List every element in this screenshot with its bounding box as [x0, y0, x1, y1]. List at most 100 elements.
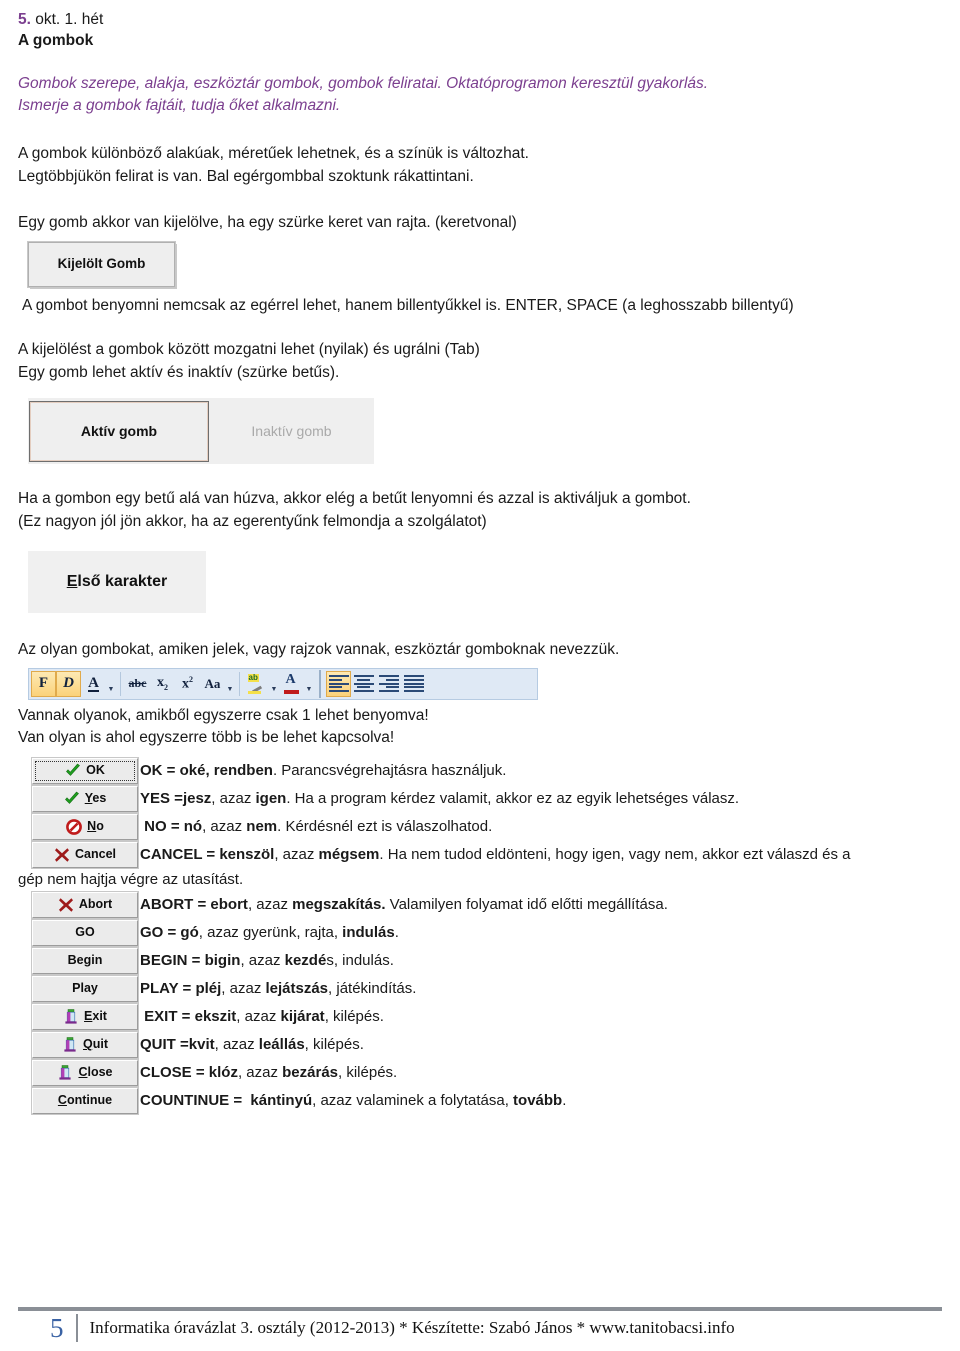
toolbar-note-2: Van olyan is ahol egyszerre több is be l…: [18, 729, 395, 746]
red-x-icon: [58, 897, 74, 913]
underline-icon: A: [88, 674, 99, 692]
no-button-description: NO = nó, azaz nem. Kérdésnél ezt is vála…: [144, 817, 493, 835]
green-check-icon: [64, 791, 80, 807]
strikethrough-icon: abc: [128, 676, 147, 690]
intro-line-2: Legtöbbjükön felirat is van. Bal egérgom…: [18, 167, 474, 185]
cancel-description-wrap: gép nem hajtja végre az utasítást.: [18, 870, 244, 888]
change-case-dropdown-chevron-down-icon[interactable]: ▼: [225, 667, 235, 701]
play-button-description: PLAY = pléj, azaz lejátszás, játékindítá…: [140, 979, 417, 997]
align-justify-button[interactable]: [401, 671, 426, 697]
cancel-button-description: CANCEL = kenszöl, azaz mégsem. Ha nem tu…: [140, 845, 851, 863]
align-center-button[interactable]: [351, 671, 376, 697]
cancel-button-label: Cancel: [75, 847, 116, 862]
quit-button-description: QUIT =kvit, azaz leállás, kilépés.: [140, 1035, 364, 1053]
kijelolt-gomb-button[interactable]: Kijelölt Gomb: [27, 240, 176, 288]
underline-dropdown-chevron-down-icon[interactable]: ▼: [106, 667, 116, 701]
active-inactive-figure: Aktív gomb Inaktív gomb: [28, 398, 374, 464]
cancel-button[interactable]: Cancel: [31, 840, 139, 869]
yes-button-label: Yes: [84, 791, 107, 806]
accelerator-line-2: (Ez nagyon jól jön akkor, ha az egerenty…: [18, 512, 487, 530]
change-case-icon: Aa: [204, 675, 221, 691]
font-color-button[interactable]: A: [279, 671, 304, 697]
align-center-icon: [353, 675, 374, 692]
footer-separator: [75, 1314, 78, 1342]
glossary-row: Abort ABORT = ebort, azaz megszakítás. Va…: [18, 890, 936, 919]
strikethrough-button[interactable]: abc: [125, 671, 150, 697]
subscript-button[interactable]: x2: [150, 671, 175, 697]
highlight-dropdown-chevron-down-icon[interactable]: ▼: [269, 667, 279, 701]
toolbar-intro-line: Az olyan gombokat, amiken jelek, vagy ra…: [18, 641, 620, 658]
accelerator-paragraph: Ha a gombon egy betű alá van húzva, akko…: [18, 488, 936, 533]
exit-button[interactable]: Exit: [31, 1002, 139, 1031]
selected-button-figure: Kijelölt Gomb: [27, 240, 936, 288]
no-button[interactable]: No: [31, 812, 139, 841]
glossary-row: Play PLAY = pléj, azaz lejátszás, játékin…: [18, 974, 936, 1003]
abort-button[interactable]: Abort: [31, 890, 139, 919]
navigation-line-1: A kijelölést a gombok között mozgatni le…: [18, 341, 480, 358]
play-button[interactable]: Play: [31, 974, 139, 1003]
align-justify-icon: [403, 675, 424, 692]
change-case-button[interactable]: Aa: [200, 671, 225, 697]
green-check-icon: [65, 763, 81, 779]
quit-button-label: Quit: [82, 1037, 108, 1052]
elso-karakter-label: lső karakter: [77, 573, 168, 590]
document-page: 5. okt. 1. hét A gombok Gombok szerepe, …: [0, 0, 960, 1351]
exit-door-icon: [62, 1036, 78, 1053]
close-button[interactable]: Close: [31, 1058, 139, 1087]
lesson-date-line: 5. okt. 1. hét: [18, 10, 936, 30]
page-footer: 5 Informatika óravázlat 3. osztály (2012…: [0, 1299, 960, 1351]
toolbar-note-1: Vannak olyanok, amikből egyszerre csak 1…: [18, 706, 429, 724]
elso-karakter-accel: E: [66, 573, 78, 590]
begin-button-description: BEGIN = bigin, azaz kezdés, indulás.: [140, 951, 394, 969]
align-right-button[interactable]: [376, 671, 401, 697]
align-right-icon: [378, 675, 399, 692]
lesson-number: 5.: [18, 11, 31, 28]
italic-button[interactable]: D: [56, 670, 81, 697]
underline-button[interactable]: A: [81, 671, 106, 697]
intro-line-1: A gombok különböző alakúak, méretűek leh…: [18, 145, 529, 162]
go-button[interactable]: GO: [31, 918, 139, 947]
ok-button[interactable]: OK: [31, 756, 139, 785]
lesson-aims: Gombok szerepe, alakja, eszköztár gombok…: [18, 73, 936, 117]
glossary-row: No NO = nó, azaz nem. Kérdésnél ezt is v…: [18, 812, 936, 841]
formatting-toolbar[interactable]: F D A ▼ abc x2 x2 Aa ▼ ab ▼ A ▼: [28, 667, 538, 701]
navigation-line-2: Egy gomb lehet aktív és inaktív (szürke …: [18, 363, 340, 381]
close-button-label: Close: [78, 1065, 113, 1080]
abort-button-label: Abort: [78, 897, 113, 912]
italic-icon: D: [63, 675, 74, 691]
accelerator-line-1: Ha a gombon egy betű alá van húzva, akko…: [18, 490, 691, 507]
ok-button-label: OK: [86, 763, 105, 778]
begin-button[interactable]: Begin: [31, 946, 139, 975]
kijelolt-gomb-label: Kijelölt Gomb: [57, 256, 146, 272]
aims-line-2: Ismerje a gombok fajtáit, tudja őket alk…: [18, 97, 341, 114]
go-button-label: GO: [75, 925, 95, 940]
font-color-dropdown-chevron-down-icon[interactable]: ▼: [304, 667, 314, 701]
inaktiv-gomb-button: Inaktív gomb: [209, 400, 374, 462]
go-button-description: GO = gó, azaz gyerünk, rajta, indulás.: [140, 923, 399, 941]
align-left-button[interactable]: [326, 670, 351, 697]
elso-karakter-button[interactable]: Első karakter: [28, 551, 206, 613]
toolbar-divider: [120, 671, 121, 696]
glossary-row: Begin BEGIN = bigin, azaz kezdés, indulás…: [18, 946, 936, 975]
glossary-row: Close CLOSE = klóz, azaz bezárás, kilépés…: [18, 1058, 936, 1087]
align-left-icon: [328, 675, 349, 692]
toolbar-note-paragraph: Vannak olyanok, amikből egyszerre csak 1…: [18, 705, 936, 750]
superscript-button[interactable]: x2: [175, 671, 200, 697]
aktiv-gomb-button[interactable]: Aktív gomb: [29, 400, 209, 462]
begin-button-label: Begin: [67, 953, 103, 968]
exit-button-description: EXIT = ekszit, azaz kijárat, kilépés.: [144, 1007, 384, 1025]
glossary-row: Cancel CANCEL = kenszöl, azaz mégsem. Ha …: [18, 840, 936, 869]
glossary-row: Continue COUNTINUE = kántinyú, azaz valam…: [18, 1086, 936, 1115]
selection-line: Egy gomb akkor van kijelölve, ha egy szü…: [18, 214, 517, 231]
quit-button[interactable]: Quit: [31, 1030, 139, 1059]
yes-button[interactable]: Yes: [31, 784, 139, 813]
play-button-label: Play: [72, 981, 98, 996]
exit-door-icon: [63, 1008, 79, 1025]
bold-button[interactable]: F: [31, 670, 56, 697]
highlight-button[interactable]: ab: [244, 671, 269, 697]
glossary-row: Yes YES =jesz, azaz igen. Ha a program ké…: [18, 784, 936, 813]
dialog-button-glossary: OK OK = oké, rendben. Parancsvégrehajtásr…: [18, 756, 936, 1115]
first-character-figure: Első karakter: [28, 551, 936, 613]
font-color-icon: A: [283, 672, 301, 695]
continue-button[interactable]: Continue: [31, 1086, 139, 1115]
